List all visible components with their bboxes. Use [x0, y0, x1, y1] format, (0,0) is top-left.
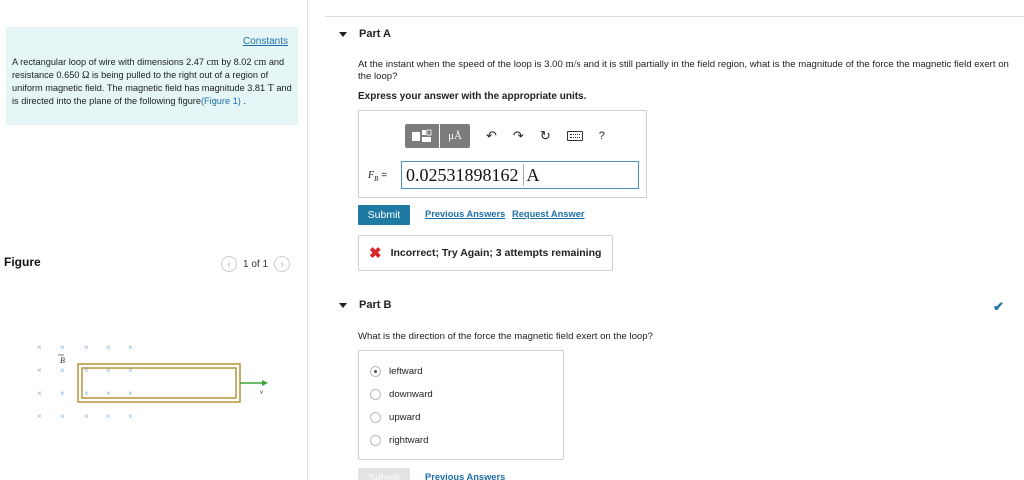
unit-cm: cm: [206, 57, 219, 68]
radio-button[interactable]: [370, 366, 381, 377]
field-x-mark: ×: [60, 343, 65, 352]
part-b-question: What is the direction of the force the m…: [358, 331, 653, 342]
field-x-mark: ×: [84, 412, 89, 421]
figure-pager: ‹ 1 of 1 ›: [221, 256, 291, 272]
field-x-mark: ×: [128, 343, 133, 352]
problem-text: A rectangular loop of wire with dimensio…: [12, 56, 294, 107]
question-text-segment: At the instant when the speed of the loo…: [358, 59, 566, 70]
units-button[interactable]: μÅ: [440, 124, 470, 148]
redo-icon[interactable]: ↷: [513, 128, 524, 144]
chevron-right-icon[interactable]: ›: [274, 256, 291, 272]
b-field-label: B: [60, 356, 65, 365]
problem-statement-box: Constants A rectangular loop of wire wit…: [6, 27, 298, 125]
part-a-instruction: Express your answer with the appropriate…: [358, 91, 587, 102]
field-x-mark: ×: [37, 389, 42, 398]
problem-panel: Constants A rectangular loop of wire wit…: [0, 0, 308, 480]
radio-button[interactable]: [370, 412, 381, 423]
field-x-mark: ×: [37, 366, 42, 375]
part-b-submit-button[interactable]: Submit: [358, 468, 410, 480]
answer-unit-field[interactable]: A: [524, 164, 540, 186]
questions-panel: Part A At the instant when the speed of …: [325, 0, 1024, 480]
part-b-header[interactable]: Part B: [339, 299, 391, 311]
keyboard-icon[interactable]: [566, 131, 583, 141]
problem-text-segment: A rectangular loop of wire with dimensio…: [12, 57, 207, 67]
part-a-header[interactable]: Part A: [339, 28, 391, 40]
reset-icon[interactable]: ↻: [540, 128, 551, 144]
unit-cm: cm: [254, 57, 267, 68]
unit-speed: m/s: [565, 59, 581, 70]
part-a-previous-answers-link[interactable]: Previous Answers: [425, 209, 505, 219]
feedback-message: ✖ Incorrect; Try Again; 3 attempts remai…: [358, 235, 613, 271]
field-x-mark: ×: [37, 412, 42, 421]
field-x-mark: ×: [60, 412, 65, 421]
constants-link[interactable]: Constants: [243, 36, 288, 47]
figure-link[interactable]: (Figure 1): [201, 96, 241, 106]
option-label: rightward: [389, 435, 429, 446]
answer-variable-label: FB =: [368, 170, 387, 183]
field-x-mark: ×: [128, 412, 133, 421]
option-label: upward: [389, 412, 421, 423]
problem-text-segment: .: [240, 96, 246, 106]
error-x-icon: ✖: [369, 244, 382, 262]
feedback-text: Incorrect; Try Again; 3 attempts remaini…: [390, 247, 602, 259]
request-answer-link[interactable]: Request Answer: [512, 209, 585, 219]
velocity-label: v: [260, 388, 264, 396]
field-x-mark: ×: [84, 343, 89, 352]
math-toolbar: μÅ ↶ ↷ ↻ ?: [405, 124, 605, 148]
help-icon[interactable]: ?: [599, 130, 605, 142]
field-x-mark: ×: [60, 389, 65, 398]
velocity-arrow-head: [262, 380, 268, 386]
part-a-submit-button[interactable]: Submit: [358, 205, 410, 225]
caret-down-icon: [339, 302, 347, 308]
answer-value-field[interactable]: 0.02531898162: [402, 164, 524, 186]
field-x-mark: ×: [84, 389, 89, 398]
option-rightward[interactable]: rightward: [370, 435, 428, 446]
figure-heading: Figure: [4, 255, 41, 269]
figure-1-diagram: × × × × ×× × × × ×× × × × ×× × × × × B v: [37, 343, 268, 421]
option-leftward[interactable]: leftward: [370, 366, 423, 377]
divider: [325, 16, 1024, 17]
part-b-title: Part B: [359, 299, 392, 311]
wire-loop-outer: [77, 363, 241, 403]
templates-icon: [412, 129, 432, 142]
field-x-mark: ×: [106, 389, 111, 398]
caret-down-icon: [339, 31, 347, 37]
answer-box: μÅ ↶ ↷ ↻ ? FB = 0.02531898162 A: [358, 110, 647, 198]
figure-page-indicator: 1 of 1: [243, 258, 269, 270]
undo-icon[interactable]: ↶: [486, 128, 497, 144]
equals-sign: =: [378, 170, 388, 181]
problem-text-segment: by 8.02: [218, 57, 255, 67]
radio-button[interactable]: [370, 389, 381, 400]
field-x-mark: ×: [106, 343, 111, 352]
radio-button[interactable]: [370, 435, 381, 446]
field-x-mark: ×: [128, 389, 133, 398]
option-downward[interactable]: downward: [370, 389, 433, 400]
part-a-question: At the instant when the speed of the loo…: [358, 59, 1018, 83]
field-x-mark: ×: [60, 366, 65, 375]
option-label: downward: [389, 389, 433, 400]
option-label: leftward: [389, 366, 423, 377]
option-upward[interactable]: upward: [370, 412, 420, 423]
templates-button[interactable]: [405, 124, 439, 148]
part-a-title: Part A: [359, 28, 391, 40]
answer-input[interactable]: 0.02531898162 A: [401, 161, 639, 189]
chevron-left-icon[interactable]: ‹: [221, 256, 237, 272]
magnetic-field-marks: × × × × ×× × × × ×× × × × ×× × × × ×: [37, 343, 133, 421]
field-x-mark: ×: [106, 412, 111, 421]
direction-options: leftward downward upward rightward: [358, 350, 564, 460]
checkmark-icon: ✔: [993, 299, 1004, 314]
field-x-mark: ×: [37, 343, 42, 352]
part-b-previous-answers-link[interactable]: Previous Answers: [425, 472, 505, 480]
